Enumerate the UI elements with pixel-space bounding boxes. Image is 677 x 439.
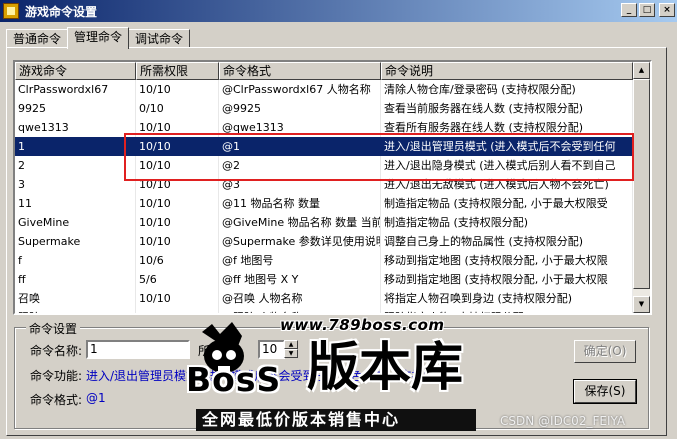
tab-normal-commands[interactable]: 普通命令 [6, 29, 69, 48]
group-title: 命令设置 [26, 320, 81, 337]
table-cell: @11 物品名称 数量 [219, 194, 381, 213]
table-cell: 2 [15, 156, 136, 175]
watermark-logo-text: BosS [186, 360, 282, 399]
scroll-up-button[interactable]: ▲ [633, 62, 650, 79]
table-cell: 9925 [15, 99, 136, 118]
table-cell: qwe1313 [15, 118, 136, 137]
column-header-format[interactable]: 命令格式 [219, 62, 381, 80]
tab-admin-commands[interactable]: 管理命令 [67, 27, 130, 49]
table-cell: 移动到指定地图 (支持权限分配, 小于最大权限 [381, 251, 633, 270]
command-list[interactable]: 游戏命令 所需权限 命令格式 命令说明 ClrPasswordxl67 10/10… [13, 60, 652, 315]
table-cell: @跟踪 人物名称 [219, 308, 381, 313]
tab-strip: 普通命令 管理命令 调试命令 [6, 27, 191, 49]
window-controls: _ □ × [621, 3, 675, 17]
window-title: 游戏命令设置 [25, 4, 98, 19]
minimize-button[interactable]: _ [621, 3, 637, 17]
table-cell: 10/10 [136, 80, 219, 99]
table-row[interactable]: f 10/6 @f 地图号 移动到指定地图 (支持权限分配, 小于最大权限 [15, 251, 633, 270]
table-cell: 10/6 [136, 251, 219, 270]
vertical-scrollbar[interactable]: ▲ ▼ [633, 62, 650, 313]
table-cell: @召唤 人物名称 [219, 289, 381, 308]
table-cell: 制造指定物品 (支持权限分配, 小于最大权限受 [381, 194, 633, 213]
table-cell: @f 地图号 [219, 251, 381, 270]
table-cell: 0/10 [136, 99, 219, 118]
table-cell: 调整自己身上的物品属性 (支持权限分配) [381, 232, 633, 251]
table-cell: 跟踪 [15, 308, 136, 313]
tab-debug-commands[interactable]: 调试命令 [128, 29, 191, 48]
app-icon [3, 3, 19, 19]
table-row[interactable]: 11 10/10 @11 物品名称 数量 制造指定物品 (支持权限分配, 小于最大权限… [15, 194, 633, 213]
table-cell: 将指定人物召唤到身边 (支持权限分配) [381, 289, 633, 308]
close-button[interactable]: × [659, 3, 675, 17]
table-cell: 清除人物仓库/登录密码 (支持权限分配) [381, 80, 633, 99]
name-label: 命令名称: [30, 344, 83, 358]
format-label: 命令格式: [30, 393, 83, 407]
table-cell: 10/10 [136, 308, 219, 313]
table-cell: ff [15, 270, 136, 289]
list-header: 游戏命令 所需权限 命令格式 命令说明 [15, 62, 633, 80]
table-cell: 5/6 [136, 270, 219, 289]
table-cell: 1 [15, 137, 136, 156]
csdn-credit: CSDN @IDC02_FEIYA [500, 414, 626, 428]
watermark-slogan: 全网最低价版本销售中心 [202, 410, 401, 429]
table-row[interactable]: ff 5/6 @ff 地图号 X Y 移动到指定地图 (支持权限分配, 小于最大权限 [15, 270, 633, 289]
table-cell: @9925 [219, 99, 381, 118]
command-name-input[interactable]: 1 [86, 340, 190, 359]
column-header-description[interactable]: 命令说明 [381, 62, 633, 80]
list-body: ClrPasswordxl67 10/10 @ClrPasswordxl67 人物名… [15, 80, 633, 313]
table-cell: 11 [15, 194, 136, 213]
table-cell: 10/10 [136, 213, 219, 232]
function-label: 命令功能: [30, 369, 83, 383]
scroll-down-button[interactable]: ▼ [633, 296, 650, 313]
maximize-button[interactable]: □ [639, 3, 655, 17]
confirm-button[interactable]: 确定(O) [574, 340, 636, 363]
highlight-annotation-box [124, 133, 634, 181]
table-cell: 10/10 [136, 232, 219, 251]
table-row[interactable]: GiveMine 10/10 @GiveMine 物品名称 数量 当前 制造指定物品 … [15, 213, 633, 232]
table-cell: @GiveMine 物品名称 数量 当前 [219, 213, 381, 232]
table-cell: 移动到指定地图 (支持权限分配, 小于最大权限 [381, 270, 633, 289]
table-cell: f [15, 251, 136, 270]
table-cell: Supermake [15, 232, 136, 251]
column-header-permission[interactable]: 所需权限 [136, 62, 219, 80]
table-cell: 10/10 [136, 194, 219, 213]
command-format-text: @1 [86, 391, 106, 405]
table-cell: 跟踪指定人物 (支持权限分配) [381, 308, 633, 313]
table-row[interactable]: 跟踪10/10@跟踪 人物名称跟踪指定人物 (支持权限分配) [15, 308, 633, 313]
table-cell: GiveMine [15, 213, 136, 232]
table-cell: @ff 地图号 X Y [219, 270, 381, 289]
table-cell: 制造指定物品 (支持权限分配) [381, 213, 633, 232]
table-cell: ClrPasswordxl67 [15, 80, 136, 99]
table-row[interactable]: 召唤 10/10 @召唤 人物名称 将指定人物召唤到身边 (支持权限分配) [15, 289, 633, 308]
save-button[interactable]: 保存(S) [573, 379, 637, 404]
table-cell: 召唤 [15, 289, 136, 308]
table-row[interactable]: 9925 0/10 @9925 查看当前服务器在线人数 (支持权限分配) [15, 99, 633, 118]
table-cell: @ClrPasswordxl67 人物名称 [219, 80, 381, 99]
column-header-command[interactable]: 游戏命令 [15, 62, 136, 80]
table-row[interactable]: ClrPasswordxl67 10/10 @ClrPasswordxl67 人物名… [15, 80, 633, 99]
table-cell: 3 [15, 175, 136, 194]
watermark-url: www.789boss.com [280, 316, 445, 334]
title-bar: 游戏命令设置 _ □ × [0, 0, 677, 22]
scroll-thumb[interactable] [633, 79, 650, 289]
table-cell: 10/10 [136, 289, 219, 308]
watermark-brand: 版本库 [307, 338, 464, 398]
table-cell: 查看当前服务器在线人数 (支持权限分配) [381, 99, 633, 118]
table-cell: @Supermake 参数详见使用说明 [219, 232, 381, 251]
table-row[interactable]: Supermake 10/10 @Supermake 参数详见使用说明 调整自己身上的… [15, 232, 633, 251]
